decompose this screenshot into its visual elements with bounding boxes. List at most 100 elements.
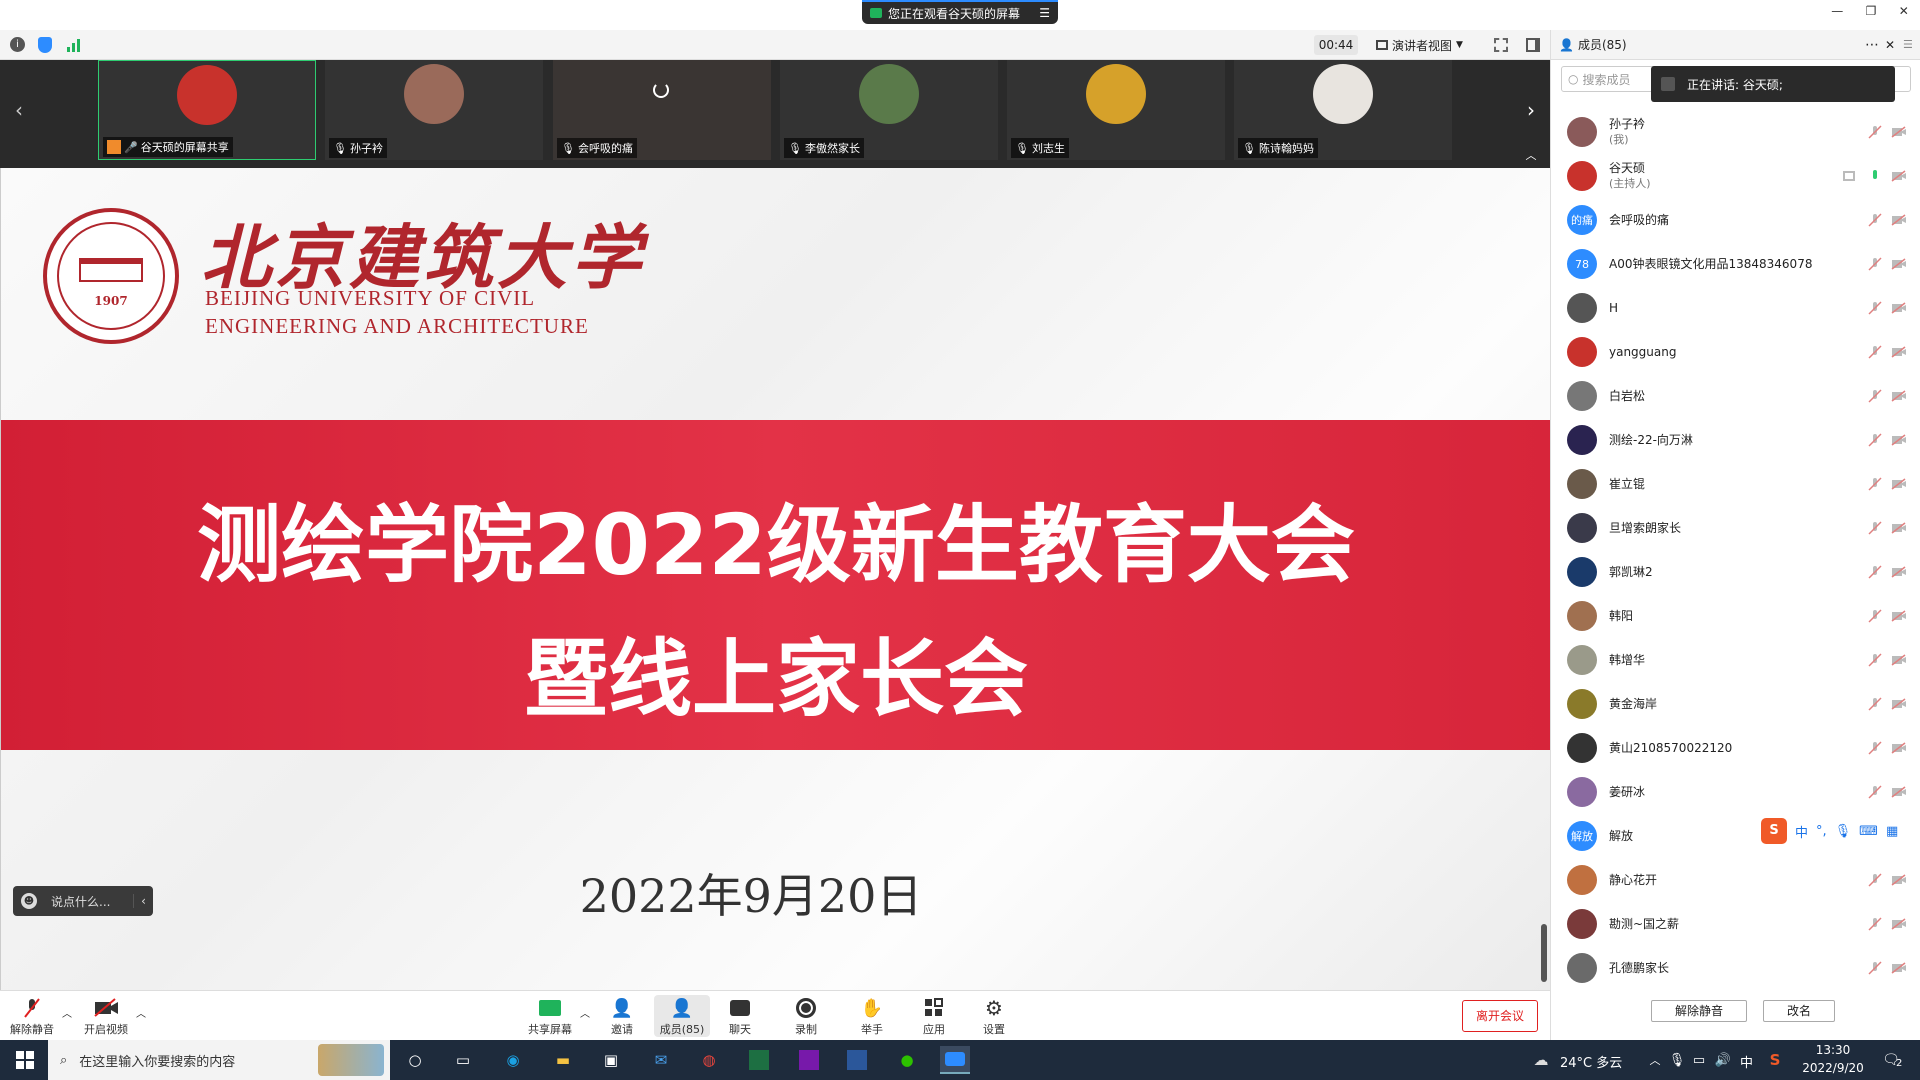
signal-icon[interactable] [66, 38, 80, 52]
mic-muted-icon[interactable] [1868, 433, 1882, 447]
emoji-icon[interactable]: ☻ [21, 893, 37, 909]
camera-off-icon[interactable] [1891, 654, 1907, 666]
mic-muted-icon[interactable] [1868, 653, 1882, 667]
chat-button[interactable]: 聊天 [712, 995, 768, 1037]
leave-meeting-button[interactable]: 离开会议 [1462, 1000, 1538, 1032]
mic-icon[interactable]: 🎙 [1835, 824, 1852, 839]
member-row[interactable]: 黄山2108570022120 [1551, 726, 1920, 770]
grid-icon[interactable]: ▦ [1886, 824, 1898, 839]
chrome-icon[interactable]: ◍ [694, 1046, 724, 1074]
mic-muted-icon[interactable] [1868, 125, 1882, 139]
store-icon[interactable]: ▣ [596, 1046, 626, 1074]
thumbnail-tile[interactable]: 🎤 谷天硕的屏幕共享 [98, 60, 316, 160]
sogou-tray-icon[interactable]: S [1760, 1046, 1790, 1074]
word-icon[interactable] [842, 1046, 872, 1074]
chat-placeholder[interactable]: 说点什么... [51, 893, 133, 910]
member-row[interactable]: 白岩松 [1551, 374, 1920, 418]
camera-off-icon[interactable] [1891, 214, 1907, 226]
camera-off-icon[interactable] [1891, 522, 1907, 534]
member-row[interactable]: yangguang [1551, 330, 1920, 374]
thumbnail-tile[interactable]: 🎙 会呼吸的痛 [553, 60, 771, 160]
member-row[interactable]: 黄金海岸 [1551, 682, 1920, 726]
mic-icon[interactable] [1868, 169, 1882, 183]
screen-share-banner[interactable]: 您正在观看谷天硕的屏幕 ☰ [862, 0, 1058, 24]
ime-indicator[interactable]: 中 [1740, 1052, 1753, 1071]
windows-start-icon[interactable] [10, 1046, 40, 1074]
taskbar-search[interactable]: ⌕ 在这里输入你要搜索的内容 [48, 1040, 390, 1080]
collapse-chat-icon[interactable]: ‹ [133, 894, 153, 908]
camera-off-icon[interactable] [1891, 478, 1907, 490]
task-view-icon[interactable]: ▭ [448, 1046, 478, 1074]
thumbnail-tile[interactable]: 🎙 李傲然家长 [780, 60, 998, 160]
restore-button[interactable]: ❐ [1866, 4, 1877, 26]
members-button[interactable]: 👤 成员(85) [654, 995, 710, 1037]
info-icon[interactable]: i [10, 37, 25, 52]
settings-button[interactable]: ⚙ 设置 [966, 995, 1022, 1037]
rename-button[interactable]: 改名 [1763, 1000, 1835, 1022]
camera-off-icon[interactable] [1891, 390, 1907, 402]
member-row[interactable]: 郭凯琳2 [1551, 550, 1920, 594]
member-row[interactable]: 的痛 会呼吸的痛 [1551, 198, 1920, 242]
member-row[interactable]: 78 A00钟表眼镜文化用品13848346078 [1551, 242, 1920, 286]
collapse-strip-icon[interactable]: ︿ [1524, 148, 1538, 162]
thumbs-prev-button[interactable]: ‹ [6, 90, 32, 130]
member-row[interactable]: 静心花开 [1551, 858, 1920, 902]
volume-icon[interactable]: 🔊 [1708, 1046, 1738, 1074]
mic-muted-icon[interactable] [1868, 389, 1882, 403]
onenote-icon[interactable] [794, 1046, 824, 1074]
member-row[interactable]: 勘测~国之薪 [1551, 902, 1920, 946]
mail-icon[interactable]: ✉ [646, 1046, 676, 1074]
camera-off-icon[interactable] [1891, 566, 1907, 578]
share-options-icon[interactable]: ︿ [580, 1005, 590, 1020]
member-row[interactable]: 测绘-22-向万淋 [1551, 418, 1920, 462]
member-row[interactable]: 谷天硕 (主持人) [1551, 154, 1920, 198]
member-row[interactable]: 孔德鹏家长 [1551, 946, 1920, 990]
video-options-icon[interactable]: ︿ [136, 1005, 146, 1020]
mic-muted-icon[interactable] [1868, 785, 1882, 799]
ime-lang[interactable]: 中 [1795, 822, 1808, 841]
apps-button[interactable]: 应用 [906, 995, 962, 1037]
camera-off-icon[interactable] [1891, 346, 1907, 358]
file-explorer-icon[interactable]: ▬ [548, 1046, 578, 1074]
camera-off-icon[interactable] [1891, 698, 1907, 710]
wechat-icon[interactable]: ● [892, 1046, 922, 1074]
mic-muted-icon[interactable] [1868, 521, 1882, 535]
mic-muted-icon[interactable] [1868, 873, 1882, 887]
more-icon[interactable]: ⋯ [1865, 37, 1879, 53]
mic-muted-icon[interactable] [1868, 917, 1882, 931]
mic-muted-icon[interactable] [1868, 961, 1882, 975]
member-row[interactable]: 孙子衿 (我) [1551, 110, 1920, 154]
mic-muted-icon[interactable] [1868, 301, 1882, 315]
clock-time[interactable]: 13:30 [1800, 1043, 1866, 1057]
thumbnail-tile[interactable]: 🎙 陈诗翰妈妈 [1234, 60, 1452, 160]
mic-muted-icon[interactable] [1868, 477, 1882, 491]
start-video-button[interactable]: 开启视频 [78, 995, 134, 1037]
record-button[interactable]: 录制 [778, 995, 834, 1037]
camera-off-icon[interactable] [1891, 918, 1907, 930]
unmute-all-button[interactable]: 解除静音 [1651, 1000, 1747, 1022]
camera-off-icon[interactable] [1891, 258, 1907, 270]
raise-hand-button[interactable]: ✋ 举手 [844, 995, 900, 1037]
minimize-button[interactable]: — [1831, 4, 1843, 26]
mic-muted-icon[interactable] [1868, 741, 1882, 755]
camera-off-icon[interactable] [1891, 962, 1907, 974]
mic-muted-icon[interactable] [1868, 609, 1882, 623]
share-screen-button[interactable]: 共享屏幕 [522, 995, 578, 1037]
member-row[interactable]: H [1551, 286, 1920, 330]
mic-muted-icon[interactable] [1868, 565, 1882, 579]
cortana-icon[interactable]: ○ [400, 1046, 430, 1074]
close-panel-icon[interactable]: ✕ [1885, 38, 1895, 52]
weather-icon[interactable]: ☁ [1526, 1046, 1556, 1074]
camera-off-icon[interactable] [1891, 302, 1907, 314]
camera-off-icon[interactable] [1891, 434, 1907, 446]
camera-off-icon[interactable] [1891, 742, 1907, 754]
camera-off-icon[interactable] [1891, 170, 1907, 182]
mic-muted-icon[interactable] [1868, 257, 1882, 271]
invite-button[interactable]: 👤 邀请 [594, 995, 650, 1037]
edge-icon[interactable]: ◉ [498, 1046, 528, 1074]
mic-muted-icon[interactable] [1868, 697, 1882, 711]
ime-punct[interactable]: °, [1816, 824, 1827, 839]
camera-off-icon[interactable] [1891, 126, 1907, 138]
thumbnail-tile[interactable]: 🎙 孙子衿 [325, 60, 543, 160]
ime-toolbar[interactable]: S 中 °, 🎙 ⌨ ▦ [1761, 816, 1919, 846]
